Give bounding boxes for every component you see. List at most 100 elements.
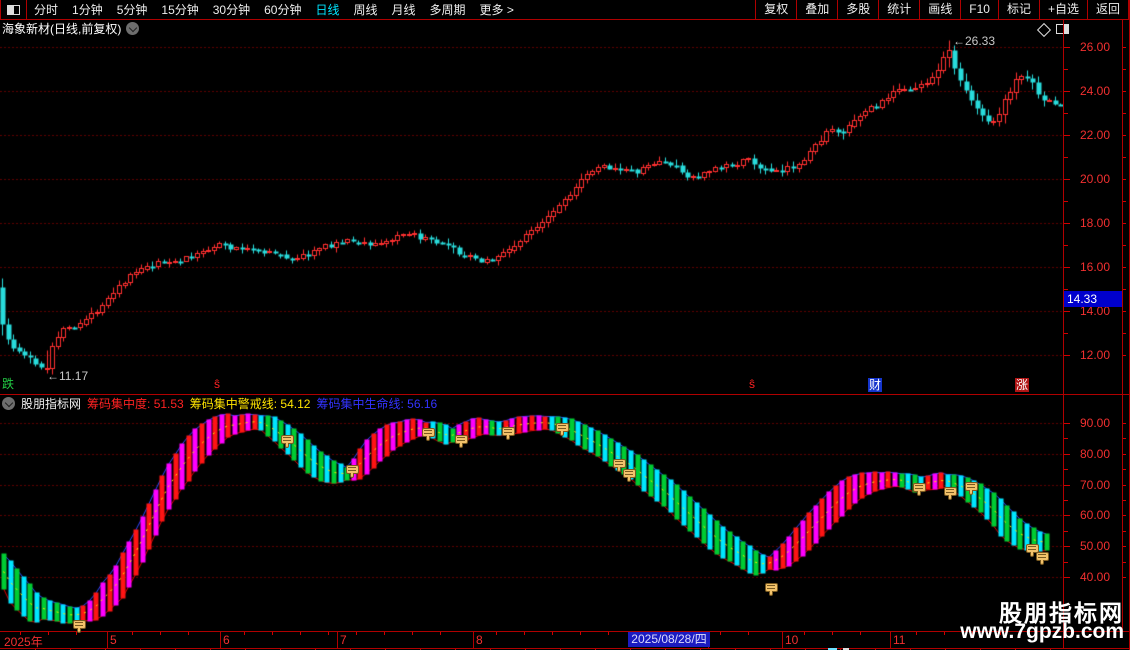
period-item-5[interactable]: 60分钟 xyxy=(259,1,306,18)
action-button-6[interactable]: 标记 xyxy=(997,0,1039,19)
price-axis-tick xyxy=(1064,223,1070,224)
month-boundary-line xyxy=(890,632,891,648)
indicator-axis-tick xyxy=(1064,438,1068,439)
week-tick xyxy=(748,632,749,635)
period-menu: 分时 1分钟 5分钟 15分钟 30分钟 60分钟 日线 周线 月线 多周期 更多 > xyxy=(27,0,521,19)
top-toolbar: 分时 1分钟 5分钟 15分钟 30分钟 60分钟 日线 周线 月线 多周期 更多 > 复权 叠加 多股… xyxy=(0,0,1130,20)
right-strip-tick xyxy=(1123,333,1126,334)
period-item-3[interactable]: 15分钟 xyxy=(156,1,203,18)
thumbs-down-hand-icon xyxy=(73,620,89,634)
right-strip-tick xyxy=(1123,223,1126,224)
price-axis-tick xyxy=(1064,333,1068,334)
indicator-field-concentration: 筹码集中度: 51.53 xyxy=(87,396,184,411)
action-button-2[interactable]: 多股 xyxy=(837,0,878,19)
week-tick xyxy=(300,632,301,635)
action-button-3[interactable]: 统计 xyxy=(878,0,919,19)
action-button-4[interactable]: 画线 xyxy=(919,0,960,19)
right-strip-tick xyxy=(1123,454,1126,455)
signal-marker: ŝ xyxy=(214,377,220,391)
right-strip-tick xyxy=(1123,423,1126,424)
price-axis-tick xyxy=(1064,113,1068,114)
action-button-7[interactable]: +自选 xyxy=(1038,0,1087,19)
month-label[interactable]: 5 xyxy=(110,633,117,647)
indicator-axis-label: 40.00 xyxy=(1080,570,1111,584)
week-tick xyxy=(608,632,609,635)
period-item-9[interactable]: 多周期 xyxy=(425,1,471,18)
right-strip-tick xyxy=(1123,289,1126,290)
period-item-1[interactable]: 1分钟 xyxy=(67,1,108,18)
week-tick xyxy=(244,632,245,635)
diamond-icon[interactable] xyxy=(1036,22,1052,38)
candlestick-chart-canvas[interactable] xyxy=(0,37,1063,394)
week-tick xyxy=(832,632,833,635)
price-axis-tick xyxy=(1064,311,1070,312)
split-layout-icon xyxy=(7,4,20,15)
week-tick xyxy=(412,632,413,635)
week-tick xyxy=(356,632,357,635)
week-tick xyxy=(160,632,161,635)
month-label[interactable]: 10 xyxy=(785,633,798,647)
thumbs-down-hand-icon xyxy=(281,435,297,449)
layout-toggle-button[interactable] xyxy=(0,0,27,19)
right-strip-tick xyxy=(1123,135,1126,136)
indicator-chart-canvas[interactable] xyxy=(0,412,1063,631)
month-label[interactable]: 8 xyxy=(476,633,483,647)
price-axis-tick xyxy=(1064,355,1070,356)
week-tick xyxy=(48,632,49,635)
indicator-axis-label: 60.00 xyxy=(1080,508,1111,523)
period-item-10[interactable]: 更多 > xyxy=(475,1,519,18)
indicator-field-warning: 筹码集中警戒线: 54.12 xyxy=(189,396,311,411)
right-strip-tick xyxy=(1123,245,1126,246)
action-button-0[interactable]: 复权 xyxy=(755,0,796,19)
month-label[interactable]: 6 xyxy=(223,633,230,647)
period-item-4[interactable]: 30分钟 xyxy=(208,1,255,18)
action-button-5[interactable]: F10 xyxy=(960,0,998,19)
right-strip-tick xyxy=(1123,47,1126,48)
month-boundary-line xyxy=(107,632,108,648)
right-strip-tick xyxy=(1123,201,1126,202)
week-tick xyxy=(496,632,497,635)
period-item-6[interactable]: 日线 xyxy=(310,1,344,18)
signal-marker: 涨 xyxy=(1015,378,1030,392)
indicator-axis-tick xyxy=(1064,577,1070,578)
week-tick xyxy=(384,632,385,635)
month-label[interactable]: 11 xyxy=(893,633,905,647)
week-tick xyxy=(132,632,133,635)
axis-right-border xyxy=(1122,19,1123,631)
price-axis-tick xyxy=(1064,47,1070,48)
period-item-0[interactable]: 分时 xyxy=(29,1,63,18)
right-strip-tick xyxy=(1123,577,1126,578)
period-item-2[interactable]: 5分钟 xyxy=(112,1,153,18)
price-axis-label: 26.00 xyxy=(1080,40,1111,54)
week-tick xyxy=(916,632,917,635)
month-boundary-line xyxy=(220,632,221,648)
action-button-8[interactable]: 返回 xyxy=(1086,0,1129,19)
week-tick xyxy=(552,632,553,635)
price-axis-tick xyxy=(1064,289,1068,290)
thumbs-down-hand-icon xyxy=(944,487,960,501)
month-label[interactable]: 7 xyxy=(340,633,347,647)
action-button-1[interactable]: 叠加 xyxy=(796,0,837,19)
month-boundary-line xyxy=(473,632,474,648)
signal-marker: ŝ xyxy=(749,377,755,391)
indicator-axis-label: 90.00 xyxy=(1080,416,1111,430)
period-item-7[interactable]: 周线 xyxy=(348,1,382,18)
indicator-header: 股朋指标网 筹码集中度: 51.53 筹码集中警戒线: 54.12 筹码集中生命… xyxy=(2,395,437,411)
thumbs-down-hand-icon xyxy=(422,428,438,442)
indicator-dropdown-icon[interactable] xyxy=(2,396,15,410)
indicator-axis-tick xyxy=(1064,500,1068,501)
period-item-8[interactable]: 月线 xyxy=(387,1,421,18)
price-axis-tick xyxy=(1064,245,1068,246)
price-axis-tick xyxy=(1064,69,1068,70)
title-dropdown-icon[interactable] xyxy=(126,22,140,35)
week-tick xyxy=(720,632,721,635)
right-strip-tick xyxy=(1123,515,1126,516)
price-axis-tick xyxy=(1064,157,1068,158)
price-axis-tick xyxy=(1064,91,1070,92)
thumbs-down-hand-icon xyxy=(346,465,362,479)
right-strip-tick xyxy=(1123,500,1126,501)
price-axis-tick xyxy=(1064,135,1070,136)
week-tick xyxy=(804,632,805,635)
indicator-axis-label: 50.00 xyxy=(1080,539,1111,554)
right-strip-tick xyxy=(1123,157,1126,158)
